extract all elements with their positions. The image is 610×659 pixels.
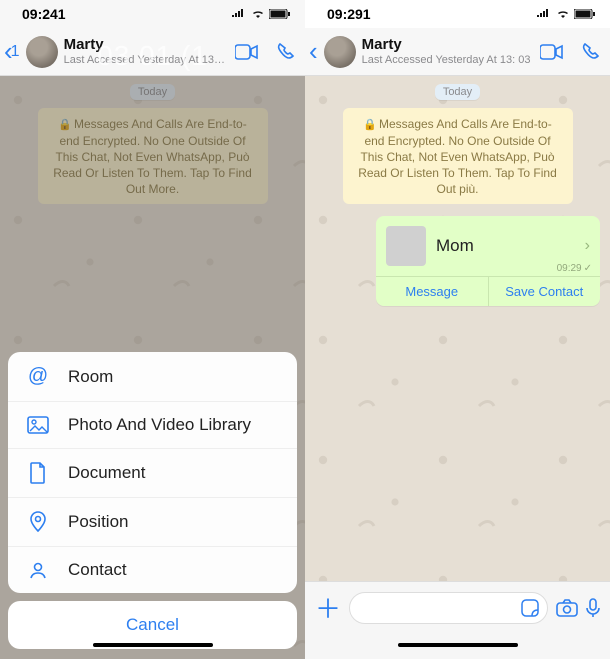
right-screen: 09:291 ‹ Marty Last Accessed Yesterday A…	[305, 0, 610, 659]
signal-icon	[536, 9, 552, 19]
chat-area: Today 🔒Messages And Calls Are End-to-end…	[305, 76, 610, 581]
delivered-check-icon: ✓	[584, 263, 592, 274]
chevron-right-icon: ›	[585, 237, 590, 255]
sheet-label: Document	[68, 463, 145, 483]
sheet-label: Position	[68, 512, 128, 532]
video-call-icon[interactable]	[540, 43, 564, 61]
lock-icon: 🔒	[58, 119, 72, 131]
video-call-icon[interactable]	[235, 43, 259, 61]
sticker-icon[interactable]	[521, 599, 539, 617]
avatar[interactable]	[26, 36, 58, 68]
document-icon	[26, 462, 50, 484]
sheet-position[interactable]: Position	[8, 498, 297, 547]
contact-card-bubble: Mom › 09:29 ✓ Message Save Contact	[376, 216, 600, 306]
back-button[interactable]: ‹	[309, 36, 318, 67]
battery-icon	[574, 9, 596, 19]
avatar[interactable]	[324, 36, 356, 68]
message-timestamp: 09:29 ✓	[557, 263, 592, 274]
contact-save-button[interactable]: Save Contact	[489, 277, 601, 306]
sheet-label: Contact	[68, 560, 127, 580]
chat-header: ‹1 Marty Last Accessed Yesterday At 13…	[0, 28, 305, 76]
contact-name: Marty	[362, 37, 534, 54]
phone-call-icon[interactable]	[277, 43, 295, 61]
home-indicator	[305, 633, 610, 659]
attachment-sheet: @ Room Photo And Video Library Document	[8, 352, 297, 649]
location-icon	[26, 511, 50, 533]
sheet-photo-video[interactable]: Photo And Video Library	[8, 402, 297, 449]
camera-button[interactable]	[556, 599, 578, 617]
chat-header: ‹ Marty Last Accessed Yesterday At 13: 0…	[305, 28, 610, 76]
attach-button[interactable]: ＋	[315, 589, 341, 626]
phone-call-icon[interactable]	[582, 43, 600, 61]
wifi-icon	[251, 9, 265, 19]
message-input[interactable]	[349, 592, 548, 624]
contact-thumbnail	[386, 226, 426, 266]
photo-icon	[26, 416, 50, 434]
last-seen: Last Accessed Yesterday At 13…	[64, 54, 229, 66]
left-screen: 09:241 ‹1 Marty Last Accessed Yesterday …	[0, 0, 305, 659]
encryption-notice[interactable]: 🔒Messages And Calls Are End-to-end Encry…	[38, 108, 268, 204]
last-seen: Last Accessed Yesterday At 13: 03	[362, 54, 534, 66]
status-icons	[536, 9, 596, 19]
header-title-block[interactable]: Marty Last Accessed Yesterday At 13…	[64, 37, 229, 66]
status-bar: 09:241	[0, 0, 305, 28]
contact-card-name: Mom	[436, 236, 585, 256]
signal-icon	[231, 9, 247, 19]
sheet-room[interactable]: @ Room	[8, 352, 297, 402]
sheet-label: Photo And Video Library	[68, 415, 251, 435]
date-pill: Today	[130, 84, 175, 100]
lock-icon: 🔒	[363, 119, 377, 131]
contact-icon	[26, 560, 50, 580]
battery-icon	[269, 9, 291, 19]
status-time: 09:291	[327, 6, 371, 22]
encryption-notice[interactable]: 🔒Messages And Calls Are End-to-end Encry…	[343, 108, 573, 204]
sheet-label: Room	[68, 367, 113, 387]
back-button[interactable]: ‹1	[4, 36, 20, 67]
mic-button[interactable]	[586, 598, 600, 618]
date-pill: Today	[435, 84, 480, 100]
sheet-document[interactable]: Document	[8, 449, 297, 498]
wifi-icon	[556, 9, 570, 19]
status-icons	[231, 9, 291, 19]
status-time: 09:241	[22, 6, 66, 22]
status-bar: 09:291	[305, 0, 610, 28]
message-input-bar: ＋	[305, 581, 610, 633]
contact-name: Marty	[64, 37, 229, 54]
contact-message-button[interactable]: Message	[376, 277, 489, 306]
home-indicator	[0, 633, 305, 659]
header-title-block[interactable]: Marty Last Accessed Yesterday At 13: 03	[362, 37, 534, 66]
room-icon: @	[26, 365, 50, 388]
sheet-contact[interactable]: Contact	[8, 547, 297, 593]
